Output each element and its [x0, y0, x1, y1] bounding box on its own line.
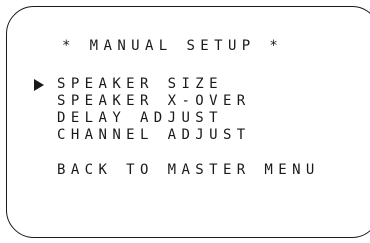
menu-title: * MANUAL SETUP *: [62, 38, 284, 54]
menu-item-back-to-master-menu[interactable]: BACK TO MASTER MENU: [57, 162, 320, 178]
menu-item-speaker-size[interactable]: SPEAKER SIZE: [57, 76, 223, 92]
selection-cursor-icon: [34, 79, 44, 91]
menu-item-delay-adjust[interactable]: DELAY ADJUST: [57, 110, 223, 126]
menu-item-speaker-x-over[interactable]: SPEAKER X-OVER: [57, 93, 251, 109]
menu-item-channel-adjust[interactable]: CHANNEL ADJUST: [57, 127, 251, 143]
